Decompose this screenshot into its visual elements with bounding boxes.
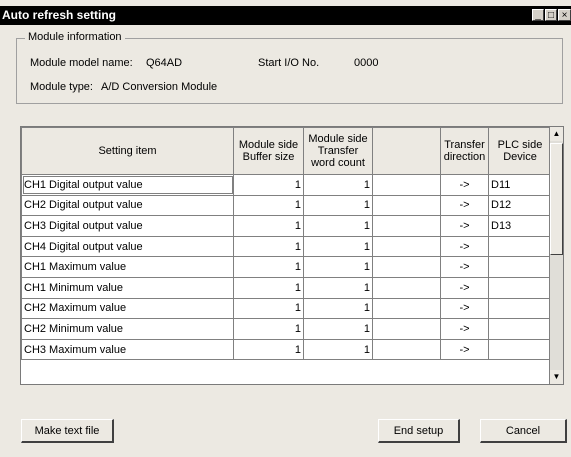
transfer-word-count-cell: 1	[303, 318, 373, 340]
plc-device-input[interactable]: D11	[488, 174, 552, 196]
table-row[interactable]: CH1 Maximum value 1 1 ->	[21, 256, 552, 278]
buffer-size-cell: 1	[233, 297, 304, 320]
plc-device-input[interactable]	[488, 318, 552, 340]
buffer-size-cell: 1	[233, 194, 304, 217]
plc-device-input[interactable]: D13	[488, 215, 552, 237]
module-type-label: Module type:	[30, 81, 93, 93]
transfer-direction-cell: ->	[440, 338, 489, 361]
blank-cell	[372, 256, 441, 278]
table-row[interactable]: CH1 Digital output value 1 1 -> D11	[21, 174, 552, 196]
scroll-thumb[interactable]	[550, 143, 563, 255]
transfer-direction-cell: ->	[440, 235, 489, 258]
transfer-word-count-cell: 1	[303, 174, 373, 196]
blank-cell	[372, 276, 441, 299]
start-io-label: Start I/O No.	[258, 57, 320, 69]
buffer-size-cell: 1	[233, 338, 304, 361]
buffer-size-cell: 1	[233, 256, 304, 278]
transfer-direction-cell: ->	[440, 194, 489, 217]
window-title: Auto refresh setting	[2, 8, 117, 22]
header-row: Setting item Module side Buffer size Mod…	[21, 127, 552, 175]
transfer-direction-cell: ->	[440, 297, 489, 320]
close-button[interactable]: ×	[558, 9, 571, 21]
group-legend: Module information	[25, 31, 125, 43]
plc-device-input[interactable]	[488, 256, 552, 278]
blank-cell	[372, 215, 441, 237]
setting-item-cell: CH3 Maximum value	[21, 338, 234, 361]
buffer-size-cell: 1	[233, 276, 304, 299]
scroll-up-button[interactable]: ▲	[550, 127, 563, 141]
cancel-button[interactable]: Cancel	[480, 419, 567, 443]
buffer-size-cell: 1	[233, 174, 304, 196]
module-model-label: Module model name:	[30, 57, 133, 69]
blank-cell	[372, 338, 441, 361]
start-io-value: 0000	[354, 57, 379, 69]
transfer-word-count-cell: 1	[303, 215, 373, 237]
setting-item-cell: CH2 Maximum value	[21, 297, 234, 320]
plc-device-input[interactable]: D12	[488, 194, 552, 217]
setting-item-cell: CH1 Maximum value	[21, 256, 234, 278]
module-type-value: A/D Conversion Module	[101, 81, 218, 93]
setting-item-cell: CH2 Minimum value	[21, 318, 234, 340]
dialog-content: Module information Module model name: Q6…	[0, 25, 571, 457]
table-row[interactable]: CH2 Maximum value 1 1 ->	[21, 297, 552, 320]
transfer-word-count-cell: 1	[303, 256, 373, 278]
table-row[interactable]: CH1 Minimum value 1 1 ->	[21, 276, 552, 299]
blank-cell	[372, 318, 441, 340]
scroll-down-button[interactable]: ▼	[550, 370, 563, 384]
plc-device-input[interactable]	[488, 297, 552, 320]
header-transfer-word-count: Module side Transfer word count	[303, 127, 373, 175]
blank-cell	[372, 297, 441, 320]
header-plc-device: PLC side Device	[488, 127, 552, 175]
title-bar[interactable]: Auto refresh setting _ □ ×	[0, 6, 571, 25]
transfer-word-count-cell: 1	[303, 194, 373, 217]
blank-cell	[372, 174, 441, 196]
transfer-direction-cell: ->	[440, 256, 489, 278]
table-row[interactable]: CH3 Digital output value 1 1 -> D13	[21, 215, 552, 237]
table-row[interactable]: CH3 Maximum value 1 1 ->	[21, 338, 552, 361]
plc-device-input[interactable]	[488, 276, 552, 299]
setting-item-cell: CH4 Digital output value	[21, 235, 234, 258]
module-model-value: Q64AD	[146, 57, 183, 69]
transfer-direction-cell: ->	[440, 174, 489, 196]
transfer-word-count-cell: 1	[303, 338, 373, 361]
module-information-group: Module information Module model name: Q6…	[16, 31, 563, 104]
blank-cell	[372, 194, 441, 217]
setting-item-cell: CH1 Digital output value	[21, 174, 234, 196]
blank-cell	[372, 235, 441, 258]
header-buffer-size: Module side Buffer size	[233, 127, 304, 175]
auto-refresh-window: Auto refresh setting _ □ × Module inform…	[0, 0, 571, 457]
setting-item-cell: CH2 Digital output value	[21, 194, 234, 217]
transfer-word-count-cell: 1	[303, 297, 373, 320]
transfer-direction-cell: ->	[440, 215, 489, 237]
header-setting-item: Setting item	[21, 127, 234, 175]
make-text-file-button[interactable]: Make text file	[21, 419, 114, 443]
table-row[interactable]: CH2 Minimum value 1 1 ->	[21, 318, 552, 340]
vertical-scrollbar[interactable]: ▲ ▼	[549, 127, 563, 384]
minimize-button[interactable]: _	[532, 9, 544, 21]
header-blank	[372, 127, 441, 175]
transfer-word-count-cell: 1	[303, 235, 373, 258]
setting-item-cell: CH3 Digital output value	[21, 215, 234, 237]
table-row[interactable]: CH4 Digital output value 1 1 ->	[21, 235, 552, 258]
plc-device-input[interactable]	[488, 235, 552, 258]
buffer-size-cell: 1	[233, 215, 304, 237]
setting-item-cell: CH1 Minimum value	[21, 276, 234, 299]
transfer-direction-cell: ->	[440, 276, 489, 299]
buffer-size-cell: 1	[233, 318, 304, 340]
table-row[interactable]: CH2 Digital output value 1 1 -> D12	[21, 194, 552, 217]
buffer-size-cell: 1	[233, 235, 304, 258]
transfer-word-count-cell: 1	[303, 276, 373, 299]
end-setup-button[interactable]: End setup	[378, 419, 460, 443]
transfer-direction-cell: ->	[440, 318, 489, 340]
maximize-button[interactable]: □	[545, 9, 557, 21]
refresh-settings-table: Setting item Module side Buffer size Mod…	[20, 126, 564, 385]
settings-grid: Setting item Module side Buffer size Mod…	[21, 127, 552, 361]
plc-device-input[interactable]	[488, 338, 552, 361]
header-transfer-direction: Transfer direction	[440, 127, 489, 175]
